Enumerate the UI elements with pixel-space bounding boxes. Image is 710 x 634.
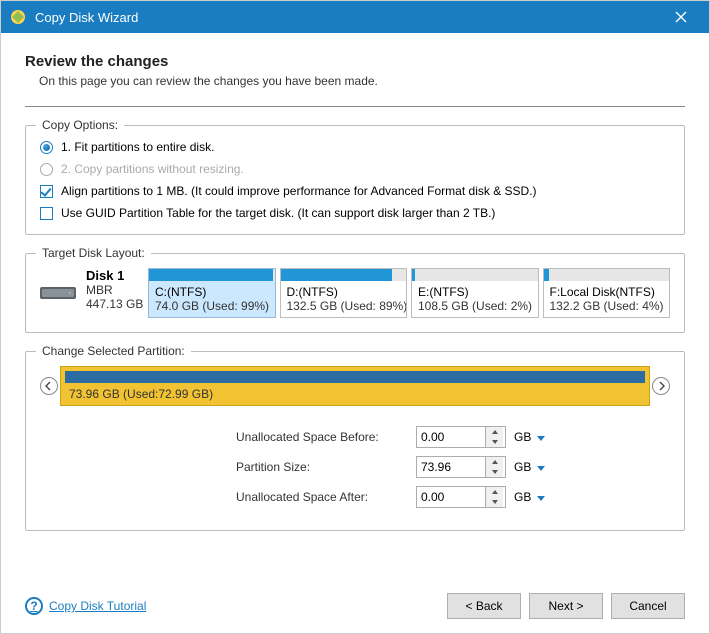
page-subtitle: On this page you can review the changes … xyxy=(25,74,685,88)
unalloc-after-spinner[interactable] xyxy=(416,486,506,508)
partition-sub: 108.5 GB (Used: 2%) xyxy=(412,299,538,313)
unit-dropdown[interactable] xyxy=(537,490,547,504)
option-label: Use GUID Partition Table for the target … xyxy=(61,206,495,220)
close-button[interactable] xyxy=(661,1,701,33)
partition-sub: 74.0 GB (Used: 99%) xyxy=(149,299,275,313)
divider xyxy=(25,106,685,107)
unit-dropdown[interactable] xyxy=(537,460,547,474)
help-link-label: Copy Disk Tutorial xyxy=(49,599,146,613)
copy-options-group: Copy Options: 1. Fit partitions to entir… xyxy=(25,125,685,235)
cancel-button[interactable]: Cancel xyxy=(611,593,685,619)
partition-usage-bar xyxy=(412,269,538,281)
help-icon: ? xyxy=(25,597,43,615)
unalloc-after-input[interactable] xyxy=(417,487,485,507)
partition-sub: 132.2 GB (Used: 4%) xyxy=(544,299,670,313)
change-partition-group: Change Selected Partition: 73.96 GB (Use… xyxy=(25,351,685,531)
partition-label: F:Local Disk(NTFS) xyxy=(544,285,670,299)
window-title: Copy Disk Wizard xyxy=(35,10,661,25)
spinner-down[interactable] xyxy=(486,497,503,507)
partition-f[interactable]: F:Local Disk(NTFS) 132.2 GB (Used: 4%) xyxy=(543,268,671,318)
unit-label: GB xyxy=(514,460,531,474)
disk-type: MBR xyxy=(86,283,143,297)
content-area: Review the changes On this page you can … xyxy=(1,33,709,583)
titlebar: Copy Disk Wizard xyxy=(1,1,709,33)
radio-icon xyxy=(40,163,53,176)
checkbox-icon xyxy=(40,185,53,198)
next-button[interactable] xyxy=(652,377,670,395)
field-label: Partition Size: xyxy=(236,460,416,474)
partition-usage-bar xyxy=(281,269,407,281)
partition-label: D:(NTFS) xyxy=(281,285,407,299)
spinner-up[interactable] xyxy=(486,427,503,437)
radio-icon xyxy=(40,141,53,154)
partition-label: E:(NTFS) xyxy=(412,285,538,299)
size-fields: Unallocated Space Before: GB Partition S… xyxy=(40,426,670,508)
field-label: Unallocated Space Before: xyxy=(236,430,416,444)
partition-c[interactable]: C:(NTFS) 74.0 GB (Used: 99%) xyxy=(148,268,276,318)
partition-size-input[interactable] xyxy=(417,457,485,477)
back-button[interactable]: < Back xyxy=(447,593,521,619)
option-label: Align partitions to 1 MB. (It could impr… xyxy=(61,184,537,198)
partition-e[interactable]: E:(NTFS) 108.5 GB (Used: 2%) xyxy=(411,268,539,318)
partition-label: C:(NTFS) xyxy=(149,285,275,299)
option-label: 1. Fit partitions to entire disk. xyxy=(61,140,214,154)
page-title: Review the changes xyxy=(25,53,685,70)
hdd-icon xyxy=(40,287,76,299)
option-copy-no-resize[interactable]: 2. Copy partitions without resizing. xyxy=(40,162,670,176)
target-layout-legend: Target Disk Layout: xyxy=(36,246,151,260)
wizard-window: Copy Disk Wizard Review the changes On t… xyxy=(0,0,710,634)
option-label: 2. Copy partitions without resizing. xyxy=(61,162,244,176)
partition-size-bar[interactable]: 73.96 GB (Used:72.99 GB) xyxy=(60,366,650,406)
next-button[interactable]: Next > xyxy=(529,593,603,619)
footer: ? Copy Disk Tutorial < Back Next > Cance… xyxy=(1,583,709,633)
disk-size: 447.13 GB xyxy=(86,297,143,311)
partition-size-label: 73.96 GB (Used:72.99 GB) xyxy=(69,387,213,401)
unit-dropdown[interactable] xyxy=(537,430,547,444)
spinner-down[interactable] xyxy=(486,467,503,477)
partition-sub: 132.5 GB (Used: 89%) xyxy=(281,299,407,313)
copy-options-legend: Copy Options: xyxy=(36,118,124,132)
option-guid-table[interactable]: Use GUID Partition Table for the target … xyxy=(40,206,670,220)
spinner-up[interactable] xyxy=(486,487,503,497)
partition-size-fill xyxy=(65,371,645,383)
page-header: Review the changes On this page you can … xyxy=(25,53,685,88)
option-align-partitions[interactable]: Align partitions to 1 MB. (It could impr… xyxy=(40,184,670,198)
partition-d[interactable]: D:(NTFS) 132.5 GB (Used: 89%) xyxy=(280,268,408,318)
field-unalloc-after: Unallocated Space After: GB xyxy=(40,486,670,508)
change-partition-legend: Change Selected Partition: xyxy=(36,344,191,358)
unit-label: GB xyxy=(514,430,531,444)
field-partition-size: Partition Size: GB xyxy=(40,456,670,478)
spinner-down[interactable] xyxy=(486,437,503,447)
target-layout-group: Target Disk Layout: Disk 1 MBR 447.13 GB… xyxy=(25,253,685,333)
checkbox-icon xyxy=(40,207,53,220)
partition-usage-bar xyxy=(544,269,670,281)
prev-button[interactable] xyxy=(40,377,58,395)
field-label: Unallocated Space After: xyxy=(236,490,416,504)
disk-info: Disk 1 MBR 447.13 GB xyxy=(40,268,144,318)
footer-buttons: < Back Next > Cancel xyxy=(447,593,685,619)
change-area: 73.96 GB (Used:72.99 GB) xyxy=(40,366,670,406)
disk-layout: Disk 1 MBR 447.13 GB C:(NTFS) 74.0 GB (U… xyxy=(40,268,670,318)
unalloc-before-input[interactable] xyxy=(417,427,485,447)
help-link[interactable]: ? Copy Disk Tutorial xyxy=(25,597,146,615)
app-icon xyxy=(9,8,27,26)
partition-usage-bar xyxy=(149,269,275,281)
spinner-up[interactable] xyxy=(486,457,503,467)
option-fit-partitions[interactable]: 1. Fit partitions to entire disk. xyxy=(40,140,670,154)
unalloc-before-spinner[interactable] xyxy=(416,426,506,448)
disk-name: Disk 1 xyxy=(86,268,143,283)
unit-label: GB xyxy=(514,490,531,504)
field-unalloc-before: Unallocated Space Before: GB xyxy=(40,426,670,448)
partition-size-spinner[interactable] xyxy=(416,456,506,478)
